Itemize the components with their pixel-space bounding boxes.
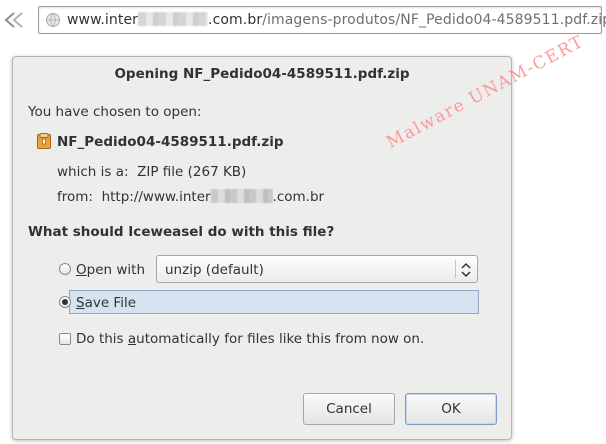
auto-checkbox[interactable]	[59, 333, 71, 345]
auto-label[interactable]: Do this automatically for files like thi…	[76, 331, 424, 347]
redacted-host	[138, 12, 209, 26]
url-path: /imagens-produtos/NF_Pedido04-4589511.pd…	[262, 12, 606, 28]
browser-toolbar: www.inter .com.br/imagens-produtos/NF_Ped…	[0, 0, 606, 44]
open-with-label[interactable]: Open with	[76, 262, 145, 278]
back-arrow-icon	[4, 12, 23, 28]
file-name: NF_Pedido04-4589511.pdf.zip	[57, 134, 284, 150]
chosen-label: You have chosen to open:	[28, 104, 202, 120]
from-label: from:	[57, 189, 93, 205]
auto-text-after: utomatically for files like this from no…	[136, 331, 425, 347]
url-host-prefix: www.inter	[67, 12, 139, 28]
file-type-row: which is a: ZIP file (267 KB)	[57, 164, 246, 180]
from-suffix: .com.br	[272, 189, 325, 205]
which-is-label: which is a:	[57, 164, 129, 180]
url-bar[interactable]: www.inter .com.br/imagens-produtos/NF_Ped…	[38, 6, 606, 34]
auto-text-before: Do this	[76, 331, 128, 347]
action-question: What should Iceweasel do with this file?	[28, 224, 335, 240]
redacted-from-host	[210, 189, 273, 203]
open-with-radio[interactable]	[59, 263, 71, 275]
url-host-suffix: .com.br	[208, 12, 263, 28]
zip-file-icon	[37, 133, 51, 149]
save-file-radio[interactable]	[59, 296, 71, 308]
dialog-title: Opening NF_Pedido04-4589511.pdf.zip	[114, 66, 410, 82]
back-button[interactable]	[0, 4, 28, 36]
spin-arrows-icon	[461, 262, 471, 278]
open-with-app-value: unzip (default)	[165, 262, 264, 278]
open-with-app-select[interactable]: unzip (default)	[156, 255, 478, 283]
from-row: from: http://www.inter .com.br	[57, 189, 324, 205]
combo-separator	[455, 260, 456, 278]
open-with-text: pen with	[86, 262, 146, 278]
open-with-mnemonic: O	[76, 262, 87, 278]
from-prefix: http://www.inter	[101, 189, 211, 205]
globe-icon	[46, 13, 60, 27]
save-file-mnemonic: S	[76, 295, 85, 311]
save-file-label[interactable]: Save File	[76, 295, 136, 311]
ok-button[interactable]: OK	[405, 393, 497, 425]
url-text: www.inter .com.br/imagens-produtos/NF_Ped…	[67, 12, 606, 28]
save-file-text: ave File	[84, 295, 137, 311]
auto-mnemonic: a	[127, 331, 137, 347]
cancel-button[interactable]: Cancel	[303, 393, 395, 425]
file-type-value: ZIP file (267 KB)	[137, 164, 247, 180]
